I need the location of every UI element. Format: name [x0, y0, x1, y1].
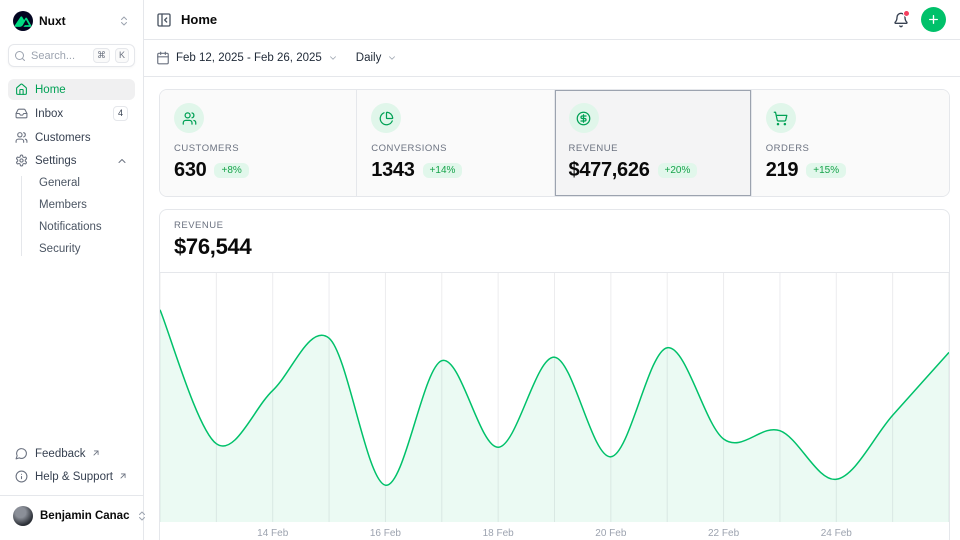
settings-subnav: General Members Notifications Security: [8, 173, 135, 259]
stat-value: $477,626: [569, 159, 650, 182]
sidebar-nav: Home Inbox 4 Customers Settings: [8, 79, 135, 259]
sidebar-item-notifications[interactable]: Notifications: [31, 217, 135, 237]
top-header: Home: [144, 0, 960, 40]
dollar-circle-icon: [569, 103, 599, 133]
stat-card-customers[interactable]: CUSTOMERS 630 +8%: [160, 90, 357, 196]
chart-metric-label: REVENUE: [174, 220, 935, 231]
sidebar: Nuxt Search... ⌘ K Home: [0, 0, 144, 540]
page-title: Home: [181, 12, 217, 27]
chevron-down-icon: [387, 53, 397, 63]
chevrons-up-down-icon: [118, 15, 130, 27]
stat-label: ORDERS: [766, 143, 935, 154]
x-axis-tick-label: 22 Feb: [708, 528, 739, 539]
x-axis-tick-label: 24 Feb: [821, 528, 852, 539]
header-actions: [893, 7, 946, 32]
collapse-sidebar-button[interactable]: [156, 12, 172, 28]
sidebar-spacer: [8, 259, 135, 431]
pie-chart-icon: [371, 103, 401, 133]
sidebar-item-label: Help & Support: [35, 471, 113, 483]
sidebar-item-inbox[interactable]: Inbox 4: [8, 102, 135, 125]
search-placeholder: Search...: [31, 50, 88, 62]
calendar-icon: [156, 51, 170, 65]
nuxt-logo-icon: [13, 11, 33, 31]
feedback-link[interactable]: Feedback: [8, 443, 135, 464]
sidebar-item-label: Feedback: [35, 448, 86, 460]
sidebar-item-security[interactable]: Security: [31, 239, 135, 259]
users-icon: [174, 103, 204, 133]
stat-value: 1343: [371, 159, 414, 182]
stat-value: 630: [174, 159, 206, 182]
date-range-picker[interactable]: Feb 12, 2025 - Feb 26, 2025: [156, 51, 338, 65]
chart-header: REVENUE $76,544: [160, 210, 949, 273]
chart-canvas: [160, 273, 949, 522]
user-menu[interactable]: Benjamin Canac: [8, 503, 135, 529]
stat-label: REVENUE: [569, 143, 737, 154]
chevron-up-icon: [116, 155, 128, 167]
x-axis-tick-label: 16 Feb: [370, 528, 401, 539]
stat-value: 219: [766, 159, 798, 182]
stat-card-conversions[interactable]: CONVERSIONS 1343 +14%: [357, 90, 554, 196]
help-circle-icon: [15, 470, 28, 483]
date-range-value: Feb 12, 2025 - Feb 26, 2025: [176, 52, 322, 64]
shopping-cart-icon: [766, 103, 796, 133]
sidebar-item-members[interactable]: Members: [31, 195, 135, 215]
create-button[interactable]: [921, 7, 946, 32]
message-circle-icon: [15, 447, 28, 460]
search-icon: [14, 50, 26, 62]
stat-label: CUSTOMERS: [174, 143, 342, 154]
sidebar-item-settings[interactable]: Settings: [8, 150, 135, 171]
users-icon: [15, 131, 28, 144]
x-axis-tick-label: 14 Feb: [257, 528, 288, 539]
plus-icon: [927, 13, 940, 26]
sidebar-item-label: Inbox: [35, 108, 63, 120]
sidebar-user-section: Benjamin Canac: [0, 495, 143, 532]
search-input[interactable]: Search... ⌘ K: [8, 44, 135, 67]
arrow-up-right-icon: [118, 471, 128, 481]
inbox-icon: [15, 107, 28, 120]
stat-card-revenue[interactable]: REVENUE $477,626 +20%: [555, 90, 752, 196]
sidebar-item-general[interactable]: General: [31, 173, 135, 193]
stat-delta-badge: +20%: [658, 163, 698, 178]
sidebar-item-customers[interactable]: Customers: [8, 127, 135, 148]
help-support-link[interactable]: Help & Support: [8, 466, 135, 487]
avatar: [13, 506, 33, 526]
app-window: Nuxt Search... ⌘ K Home: [0, 0, 960, 540]
period-value: Daily: [356, 52, 382, 64]
sidebar-item-home[interactable]: Home: [8, 79, 135, 100]
x-axis: 14 Feb 16 Feb 18 Feb 20 Feb 22 Feb 24 Feb: [160, 522, 949, 540]
sidebar-item-label: Settings: [35, 155, 77, 167]
home-icon: [15, 83, 28, 96]
sidebar-footer-nav: Feedback Help & Support: [8, 443, 135, 487]
revenue-area-chart[interactable]: [160, 273, 949, 522]
stat-card-orders[interactable]: ORDERS 219 +15%: [752, 90, 949, 196]
sidebar-item-label: Home: [35, 84, 66, 96]
workspace-name: Nuxt: [39, 14, 112, 28]
revenue-chart-card: REVENUE $76,544 14 Feb 16 Feb 18 Feb 20 Feb…: [159, 209, 950, 540]
inbox-count-badge: 4: [113, 106, 128, 121]
x-axis-tick-label: 18 Feb: [483, 528, 514, 539]
kbd-k: K: [115, 48, 129, 63]
stats-row: CUSTOMERS 630 +8% CONVERSIONS 1343 +14%: [159, 89, 950, 197]
period-select[interactable]: Daily: [356, 52, 398, 64]
chevron-down-icon: [328, 53, 338, 63]
stat-delta-badge: +15%: [806, 163, 846, 178]
dashboard-content: CUSTOMERS 630 +8% CONVERSIONS 1343 +14%: [144, 77, 960, 540]
kbd-cmd: ⌘: [93, 48, 110, 63]
main-panel: Home Feb 12, 2025 - Feb 26, 2025: [144, 0, 960, 540]
workspace-switcher[interactable]: Nuxt: [8, 8, 135, 34]
notification-dot: [903, 10, 910, 17]
arrow-up-right-icon: [91, 448, 101, 458]
notifications-button[interactable]: [893, 12, 909, 28]
stat-delta-badge: +14%: [423, 163, 463, 178]
x-axis-tick-label: 20 Feb: [595, 528, 626, 539]
gear-icon: [15, 154, 28, 167]
stat-label: CONVERSIONS: [371, 143, 539, 154]
chart-metric-value: $76,544: [174, 234, 935, 260]
stat-delta-badge: +8%: [214, 163, 248, 178]
user-name: Benjamin Canac: [40, 510, 129, 522]
sidebar-item-label: Customers: [35, 132, 91, 144]
filters-toolbar: Feb 12, 2025 - Feb 26, 2025 Daily: [144, 40, 960, 77]
